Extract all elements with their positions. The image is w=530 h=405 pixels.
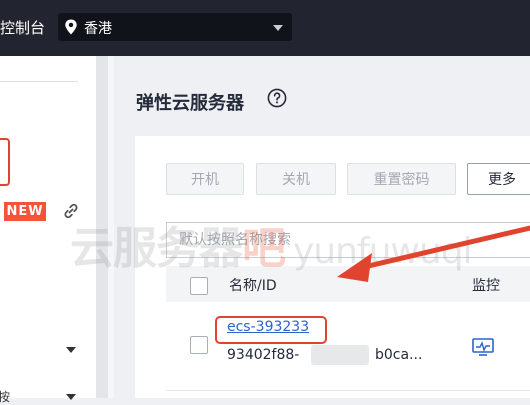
top-navigation-bar: 控制台 香港: [0, 0, 530, 56]
watermark-pinyin: yunfuwuqi: [293, 231, 473, 272]
watermark-text: 云服务器: [70, 223, 243, 274]
instance-id: 93402f88-: [227, 347, 299, 363]
instance-id-suffix: b0ca...: [375, 347, 423, 363]
region-value: 香港: [84, 21, 112, 37]
column-header-monitor: 监控: [472, 278, 500, 294]
reset-password-button[interactable]: 重置密码: [347, 163, 456, 195]
column-header-name-id[interactable]: 名称/ID: [229, 275, 277, 295]
start-button[interactable]: 开机: [166, 163, 244, 195]
location-pin-icon: [65, 19, 77, 35]
row-divider: [166, 390, 530, 391]
region-selector[interactable]: 香港: [58, 13, 292, 41]
row-checkbox[interactable]: [190, 336, 208, 354]
new-badge: NEW: [4, 202, 46, 221]
watermark-accent: 吧: [242, 223, 286, 274]
sidebar-partial-text: 按: [0, 390, 11, 404]
console-label[interactable]: 控制台: [0, 17, 45, 38]
monitor-icon[interactable]: [472, 338, 494, 356]
chevron-down-icon: [273, 25, 283, 31]
chevron-down-icon[interactable]: [66, 394, 76, 400]
chevron-down-icon[interactable]: [66, 347, 76, 353]
watermark: 云服务器吧 yunfuwuqi: [70, 212, 473, 276]
more-button[interactable]: 更多: [467, 163, 530, 195]
page-title: 弹性云服务器: [136, 93, 244, 114]
sidebar-divider: [0, 81, 78, 82]
stop-button[interactable]: 关机: [256, 163, 336, 195]
instance-name-link[interactable]: ecs-393233: [227, 319, 309, 335]
redacted-id-segment: [311, 345, 369, 365]
select-all-checkbox[interactable]: [190, 277, 208, 295]
instance-id-prefix: 93402f88-: [227, 347, 300, 363]
help-icon[interactable]: [267, 88, 287, 108]
sidebar-highlight-box: [0, 138, 10, 186]
table-row: ecs-393233 93402f88- b0ca...: [166, 302, 530, 390]
